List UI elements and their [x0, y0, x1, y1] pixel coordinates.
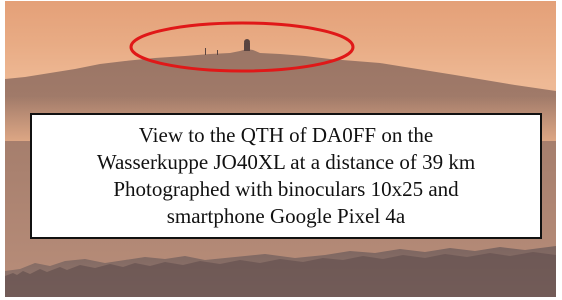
caption-line-4: smartphone Google Pixel 4a	[166, 204, 406, 228]
landscape-photo: View to the QTH of DA0FF on the Wasserku…	[5, 1, 556, 297]
image-frame: View to the QTH of DA0FF on the Wasserku…	[0, 0, 562, 300]
caption-line-1: View to the QTH of DA0FF on the	[138, 123, 434, 147]
caption-line-2: Wasserkuppe JO40XL at a distance of 39 k…	[96, 150, 476, 174]
caption-box: View to the QTH of DA0FF on the Wasserku…	[30, 113, 542, 239]
caption-line-3: Photographed with binoculars 10x25 and	[113, 177, 459, 201]
